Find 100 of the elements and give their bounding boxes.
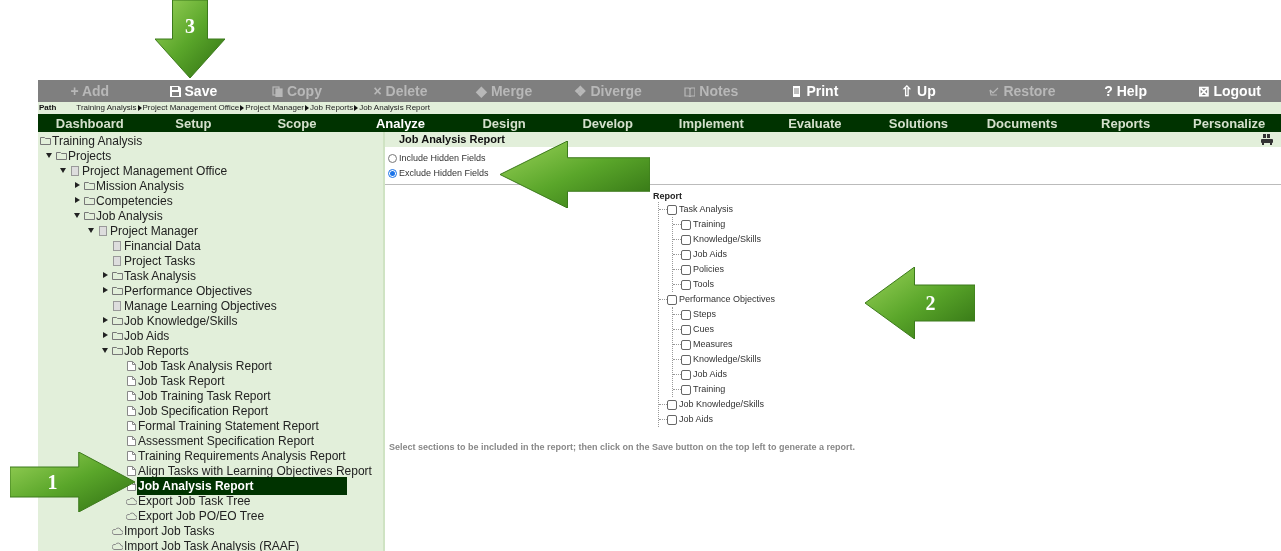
checkbox-label: Knowledge/Skills [693,232,762,246]
caret-right-icon[interactable] [102,317,109,324]
checkbox-label: Performance Objectives [679,292,776,306]
checkbox[interactable] [667,204,677,215]
radio-button[interactable] [388,168,397,178]
nav-tab[interactable]: Solutions [866,114,971,134]
document-icon [126,375,137,386]
cloud-icon [112,540,123,551]
checkbox[interactable] [681,324,691,335]
checkbox[interactable] [681,219,691,230]
caret-right-icon[interactable] [102,287,109,294]
toolbar-button[interactable]: ⊠ Logout [1177,80,1281,102]
caret-down-icon[interactable] [88,227,95,234]
toolbar-button[interactable]: ? Help [1073,80,1178,102]
checkbox[interactable] [681,339,691,350]
checkbox-label: Cues [693,322,714,336]
checkbox[interactable] [681,249,691,260]
checkbox-label: Job Aids [679,412,714,426]
breadcrumb-link[interactable]: Job Reports [310,102,354,114]
folder-icon [84,195,95,206]
instructions-text: Select sections to be included in the report; then click on the Save button on the top left to generate a report. [388,441,857,454]
toolbar-button[interactable]: Save [141,80,246,102]
tree-item[interactable]: Project Tasks [123,251,197,270]
checkbox-label: Knowledge/Skills [693,352,762,366]
document-icon [126,360,137,371]
callout-number: 3 [185,15,195,36]
cloud-icon [126,510,137,521]
nav-tab[interactable]: Implement [659,114,764,134]
folder-icon [84,180,95,191]
checkbox-label: Job Knowledge/Skills [679,397,765,411]
checkbox[interactable] [667,414,677,425]
nav-tab[interactable]: Evaluate [763,114,867,134]
breadcrumb-link[interactable]: Project Management Office [142,102,240,114]
checkbox-label: Training [693,217,726,231]
folder-icon [112,285,123,296]
breadcrumb-arrow-icon [240,105,245,111]
checkbox[interactable] [667,294,677,305]
caret-down-icon[interactable] [60,167,67,174]
nav-tab[interactable]: Develop [555,114,660,134]
clipboard-icon [112,240,123,251]
cloud-icon [112,525,123,536]
checkbox[interactable] [681,264,691,275]
caret-down-icon[interactable] [74,212,81,219]
caret-right-icon[interactable] [74,197,81,204]
tree-item[interactable]: Training Analysis [51,131,144,150]
document-icon [126,435,137,446]
checkbox[interactable] [681,234,691,245]
checkbox[interactable] [681,279,691,290]
document-icon [126,465,137,476]
clipboard-icon [112,255,123,266]
caret-down-icon[interactable] [46,152,53,159]
checkbox-label: Measures [693,337,733,351]
breadcrumb-link[interactable]: Job Analysis Report [359,102,430,114]
breadcrumb-arrow-icon [354,105,359,111]
nav-tab[interactable]: Scope [245,114,349,134]
checkbox-label: Training [693,382,726,396]
folder-icon [84,210,95,221]
checkbox[interactable] [681,354,691,365]
nav-tab[interactable]: Dashboard [38,114,142,134]
checkbox[interactable] [681,309,691,320]
checkbox[interactable] [667,399,677,410]
tree-item[interactable]: Job Analysis Report [137,476,347,495]
nav-tab[interactable]: Setup [141,114,246,134]
cloud-icon [126,495,137,506]
nav-tab[interactable]: Reports [1073,114,1178,134]
printer-icon [791,85,803,97]
checkbox-label: Tools [693,277,714,291]
checkbox-label: Job Aids [693,367,728,381]
nav-tab[interactable]: Documents [970,114,1074,134]
radio-label: Exclude Hidden Fields [399,166,489,180]
print-icon[interactable] [1261,134,1273,145]
checkbox[interactable] [681,384,691,395]
nav-tab[interactable]: Personalize [1177,114,1281,134]
path-label: Path [39,102,57,114]
radio-button[interactable] [388,154,397,164]
document-icon [126,450,137,461]
toolbar-button[interactable]: Print [763,80,867,102]
breadcrumb-link[interactable]: Training Analysis [76,102,137,114]
caret-right-icon[interactable] [74,182,81,189]
copy-icon [271,85,283,97]
folder-icon [112,345,123,356]
clipboard-icon [98,225,109,236]
toolbar-button[interactable]: ⇧ Up [866,80,971,102]
caret-down-icon[interactable] [102,347,109,354]
nav-tab[interactable]: Analyze [348,114,453,134]
clipboard-icon [112,300,123,311]
nav-tab[interactable]: Design [452,114,556,134]
restore-icon [988,85,1000,97]
tree-item[interactable]: Job Analysis [95,206,164,225]
radio-label: Include Hidden Fields [399,152,486,165]
document-icon [126,405,137,416]
callout-number: 2 [925,293,936,313]
folder-icon [56,150,67,161]
breadcrumb-link[interactable]: Project Manager [245,102,305,114]
breadcrumb-arrow-icon [305,105,310,111]
caret-right-icon[interactable] [102,272,109,279]
folder-icon [112,330,123,341]
caret-right-icon[interactable] [102,332,109,339]
folder-icon [112,270,123,281]
checkbox[interactable] [681,369,691,380]
